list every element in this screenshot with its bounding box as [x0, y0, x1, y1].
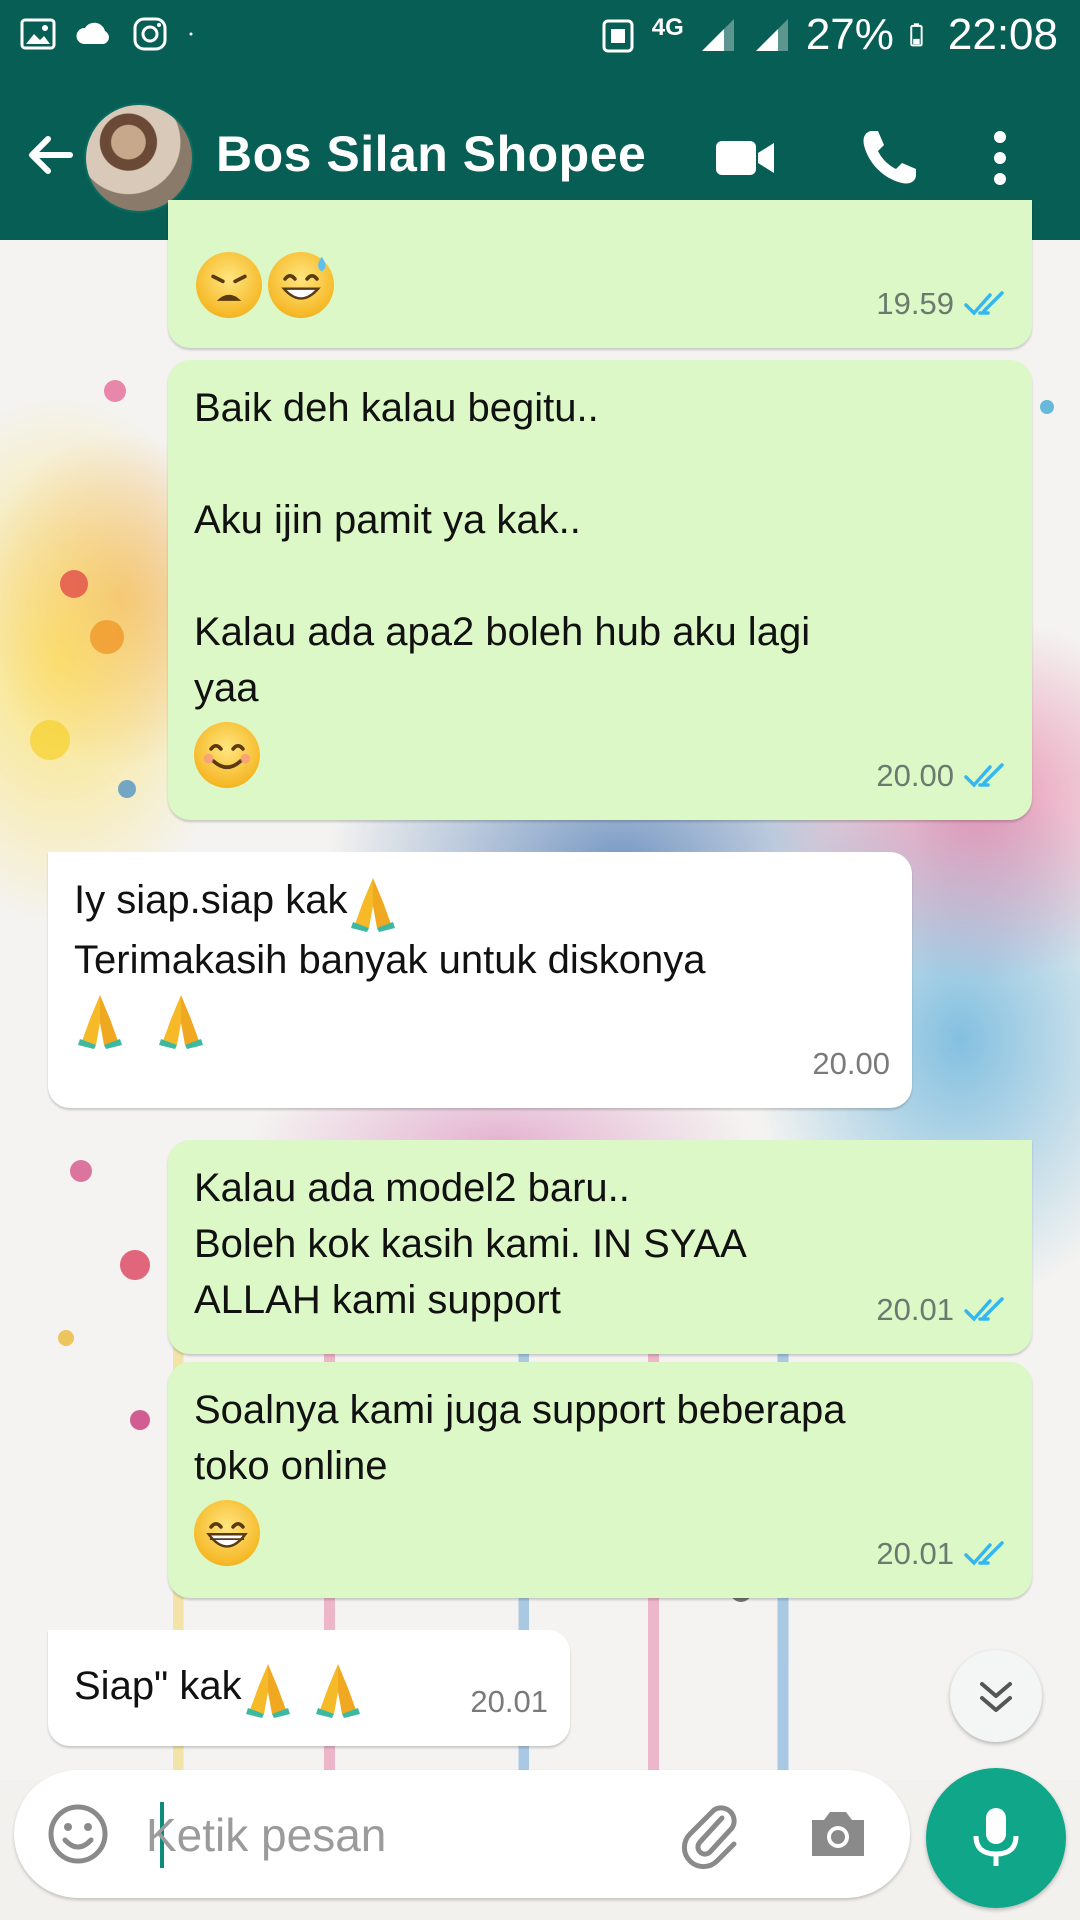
contact-name[interactable]: Bos Silan Shopee [216, 125, 646, 183]
message-meta: 20.01 [470, 1674, 548, 1730]
gallery-notification-icon [20, 18, 56, 50]
message-bubble-outgoing[interactable]: Soalnya kami juga support beberapa toko … [168, 1362, 1032, 1598]
network-type: 4G [651, 14, 684, 41]
message-time: 20.01 [876, 1292, 954, 1327]
double-chevron-down-icon [980, 1682, 1012, 1712]
signal-icon [701, 19, 734, 51]
more-options-icon[interactable] [980, 123, 1020, 193]
signal-icon-2 [755, 19, 788, 51]
message-time: 20.01 [876, 1536, 954, 1571]
folded-hands-emoji [351, 878, 396, 933]
attach-paperclip-icon[interactable] [674, 1798, 746, 1870]
message-time: 20.00 [812, 1046, 890, 1081]
back-arrow-icon[interactable] [20, 125, 80, 185]
folded-hands-emoji [78, 994, 122, 1049]
contact-avatar[interactable] [84, 103, 194, 213]
read-ticks-icon [964, 1297, 1004, 1322]
message-meta: 19.59 [876, 276, 1010, 332]
message-text: Kalau ada model2 baru.. Boleh kok kasih … [194, 1166, 747, 1322]
message-text: Iy siap.siap kak [74, 878, 348, 922]
instagram-icon [133, 17, 167, 51]
scroll-to-bottom-button[interactable] [950, 1650, 1042, 1742]
folded-hands-emoji [245, 1664, 290, 1719]
battery-percent: 27% [805, 10, 894, 59]
video-call-icon[interactable] [710, 123, 780, 193]
message-bubble-outgoing[interactable]: Kalau ada model2 baru.. Boleh kok kasih … [168, 1140, 1032, 1354]
message-time: 19.59 [876, 286, 954, 321]
message-time: 20.00 [876, 758, 954, 793]
message-input[interactable] [144, 1796, 668, 1874]
message-meta: 20.01 [876, 1526, 1010, 1582]
message-composer [14, 1770, 910, 1898]
message-meta: 20.00 [876, 748, 1010, 804]
read-ticks-icon [964, 291, 1004, 316]
voice-message-button[interactable] [926, 1768, 1066, 1908]
camera-icon[interactable] [804, 1800, 872, 1868]
dot-icon [189, 32, 193, 36]
smiling-face-emoji [194, 722, 260, 788]
clock: 22:08 [947, 10, 1058, 59]
message-text: Siap" kak [74, 1664, 242, 1708]
message-bubble-incoming[interactable]: Siap" kak 20.01 [48, 1630, 570, 1746]
emoji-icon[interactable] [44, 1800, 112, 1868]
status-bar: 4G 27% 22:08 [0, 0, 1080, 75]
message-bubble-outgoing[interactable]: 19.59 [168, 200, 1032, 348]
weary-face-emoji [196, 252, 262, 318]
voice-call-icon[interactable] [854, 123, 924, 193]
message-meta: 20.00 [812, 1036, 890, 1092]
read-ticks-icon [964, 1541, 1004, 1566]
message-text: Baik deh kalau begitu.. Aku ijin pamit y… [194, 386, 811, 710]
read-ticks-icon [964, 763, 1004, 788]
grinning-sweat-emoji [268, 252, 334, 318]
beaming-face-emoji [194, 1500, 260, 1566]
folded-hands-emoji [315, 1664, 360, 1719]
message-text: Soalnya kami juga support beberapa toko … [194, 1388, 846, 1488]
microphone-icon [973, 1808, 1019, 1866]
battery-icon [910, 23, 923, 47]
nfc-icon [602, 19, 634, 53]
message-bubble-outgoing[interactable]: Baik deh kalau begitu.. Aku ijin pamit y… [168, 360, 1032, 820]
folded-hands-emoji [159, 994, 204, 1049]
cloud-icon [76, 22, 109, 44]
message-text-2: Terimakasih banyak untuk diskonya [74, 938, 706, 983]
message-meta: 20.01 [876, 1282, 1010, 1338]
message-bubble-incoming[interactable]: Iy siap.siap kak Terimakasih banyak untu… [48, 852, 912, 1108]
message-time: 20.01 [470, 1684, 548, 1719]
